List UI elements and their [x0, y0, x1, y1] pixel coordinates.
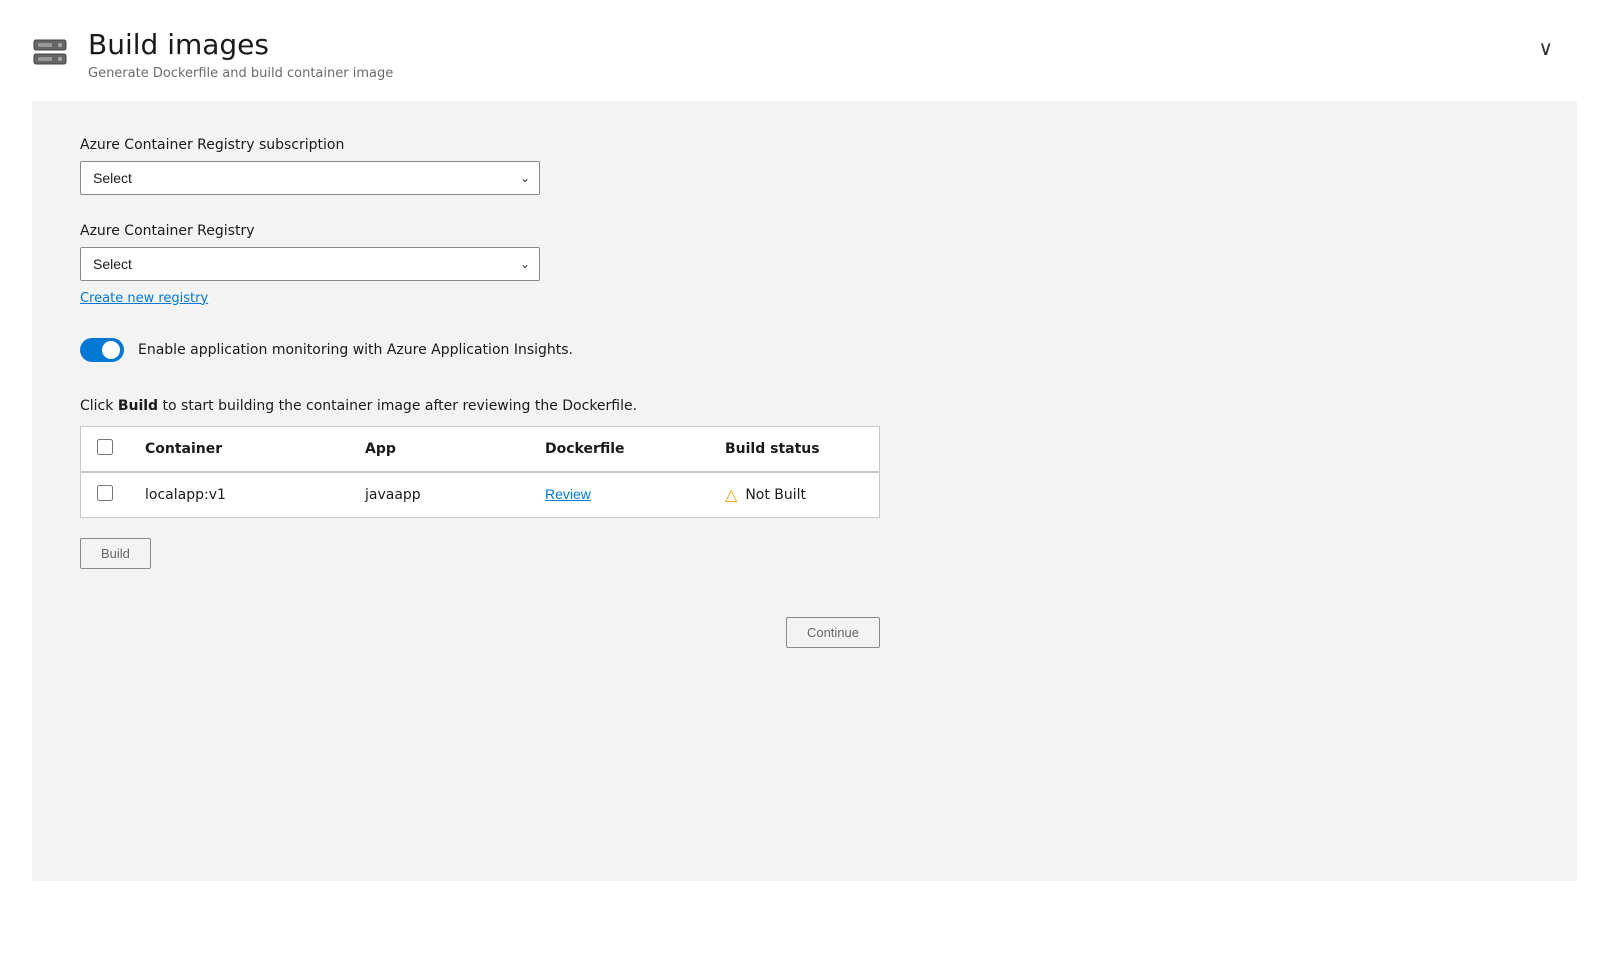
table-row: localapp:v1 javaapp Review △ Not Built: [81, 472, 880, 518]
monitoring-toggle[interactable]: [80, 338, 124, 362]
footer-row: Continue: [80, 617, 880, 648]
col-header-dockerfile: Dockerfile: [529, 426, 709, 472]
col-header-buildstatus: Build status: [709, 426, 880, 472]
select-all-checkbox[interactable]: [97, 439, 113, 455]
registry-field-group: Azure Container Registry Select ⌄ Create…: [80, 223, 880, 306]
create-registry-link[interactable]: Create new registry: [80, 291, 208, 306]
build-instruction-bold: Build: [118, 398, 158, 414]
col-header-app: App: [349, 426, 529, 472]
col-header-container: Container: [129, 426, 349, 472]
main-content: Azure Container Registry subscription Se…: [32, 101, 1577, 881]
status-cell: △ Not Built: [725, 485, 863, 504]
row-checkbox[interactable]: [97, 485, 113, 501]
col-header-checkbox: [81, 426, 130, 472]
collapse-button[interactable]: ∨: [1530, 32, 1561, 65]
build-instruction: Click Build to start building the contai…: [80, 398, 880, 414]
subscription-select-wrapper: Select ⌄: [80, 161, 540, 195]
header-left: Build images Generate Dockerfile and bui…: [32, 28, 393, 81]
toggle-section: Enable application monitoring with Azure…: [80, 338, 880, 362]
warning-icon: △: [725, 485, 737, 504]
page-title: Build images: [88, 28, 393, 62]
actions-row: Build: [80, 538, 880, 569]
build-instruction-prefix: Click: [80, 398, 118, 414]
server-icon-wrap: [32, 34, 68, 74]
subscription-select[interactable]: Select: [80, 161, 540, 195]
server-icon: [32, 34, 68, 70]
page-subtitle: Generate Dockerfile and build container …: [88, 66, 393, 81]
build-table: Container App Dockerfile Build status lo…: [80, 426, 880, 518]
header-text: Build images Generate Dockerfile and bui…: [88, 28, 393, 81]
subscription-label: Azure Container Registry subscription: [80, 137, 880, 153]
row-buildstatus: △ Not Built: [709, 472, 880, 518]
row-checkbox-cell: [81, 472, 130, 518]
build-section: Click Build to start building the contai…: [80, 398, 880, 569]
status-text: Not Built: [745, 487, 806, 503]
build-instruction-suffix: to start building the container image af…: [158, 398, 637, 414]
registry-select-wrapper: Select ⌄: [80, 247, 540, 281]
table-header-row: Container App Dockerfile Build status: [81, 426, 880, 472]
monitoring-toggle-label: Enable application monitoring with Azure…: [138, 342, 573, 358]
page-header: Build images Generate Dockerfile and bui…: [0, 0, 1609, 101]
review-link[interactable]: Review: [545, 486, 591, 502]
form-section: Azure Container Registry subscription Se…: [80, 137, 880, 648]
continue-button[interactable]: Continue: [786, 617, 880, 648]
row-dockerfile: Review: [529, 472, 709, 518]
subscription-field-group: Azure Container Registry subscription Se…: [80, 137, 880, 195]
build-button[interactable]: Build: [80, 538, 151, 569]
registry-select[interactable]: Select: [80, 247, 540, 281]
row-app: javaapp: [349, 472, 529, 518]
toggle-slider: [80, 338, 124, 362]
registry-label: Azure Container Registry: [80, 223, 880, 239]
row-container: localapp:v1: [129, 472, 349, 518]
